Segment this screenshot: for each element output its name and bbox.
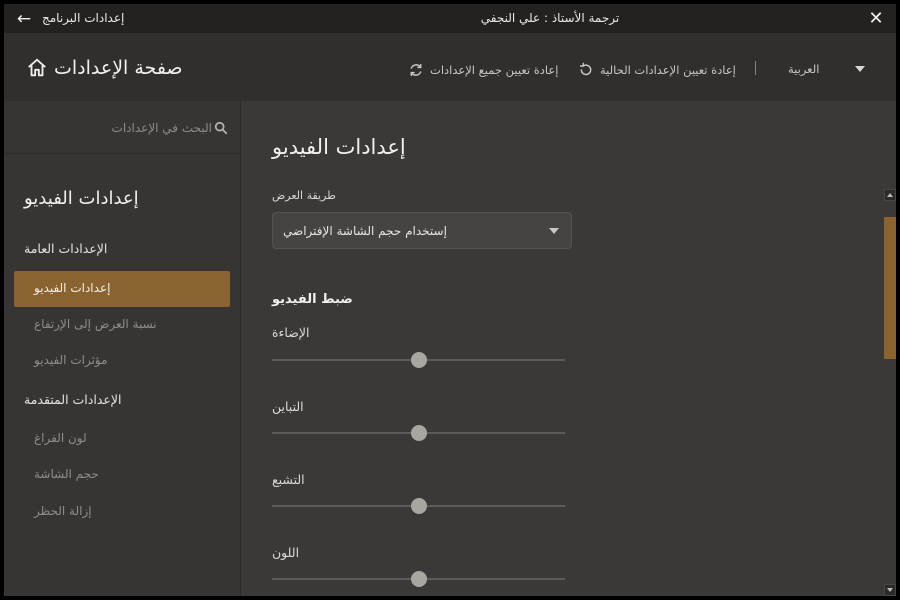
hue-slider[interactable] <box>272 571 565 587</box>
reset-all-label: إعادة تعيين جميع الإعدادات <box>430 63 559 77</box>
sidebar-item-aspect-ratio[interactable]: نسبة العرض إلى الإرتفاع <box>14 307 230 343</box>
main-content: إعدادات الفيديو طريقة العرض إستخدام حجم … <box>242 101 896 596</box>
brightness-slider[interactable] <box>272 352 565 368</box>
display-mode-value: إستخدام حجم الشاشة الإفتراضي <box>283 224 447 238</box>
sidebar-item-label: إعدادات الفيديو <box>34 281 111 295</box>
slider-thumb[interactable] <box>410 425 427 441</box>
scrollbar[interactable] <box>884 189 896 596</box>
settings-window: ← إعدادات البرنامج ترجمة الأستاذ : علي ا… <box>4 4 896 596</box>
title-bar: ← إعدادات البرنامج ترجمة الأستاذ : علي ا… <box>4 4 896 33</box>
home-title: صفحة الإعدادات <box>54 57 183 79</box>
reset-current-label: إعادة تعيين الإعدادات الحالية <box>600 63 736 77</box>
slider-thumb[interactable] <box>410 352 427 368</box>
search-box <box>4 101 241 154</box>
sidebar-item-unblock[interactable]: إزالة الحظر <box>14 494 230 530</box>
sidebar-item-screen-size[interactable]: حجم الشاشة <box>14 457 230 493</box>
header-divider <box>755 61 756 75</box>
sidebar-item-label: مؤثرات الفيديو <box>34 353 108 367</box>
sidebar-item-video-settings[interactable]: إعدادات الفيديو <box>14 271 230 307</box>
brightness-label: الإضاءة <box>272 325 310 340</box>
scroll-down-icon[interactable] <box>884 584 896 596</box>
home-link[interactable]: صفحة الإعدادات <box>26 57 183 79</box>
search-input[interactable] <box>22 117 212 139</box>
language-selector[interactable]: العربية <box>788 62 819 76</box>
hue-label: اللون <box>272 545 300 560</box>
sidebar-item-label: نسبة العرض إلى الإرتفاع <box>34 317 157 331</box>
group-title-advanced: الإعدادات المتقدمة <box>24 392 122 407</box>
home-icon <box>28 58 46 77</box>
sidebar-item-video-effects[interactable]: مؤثرات الفيديو <box>14 343 230 379</box>
sidebar-item-label: لون الفراغ <box>34 431 87 445</box>
chevron-down-icon[interactable] <box>855 66 865 72</box>
scroll-up-icon[interactable] <box>884 189 896 201</box>
sidebar-heading: إعدادات الفيديو <box>24 188 139 209</box>
display-mode-label: طريقة العرض <box>272 189 336 202</box>
reset-all-button[interactable]: إعادة تعيين جميع الإعدادات <box>408 62 558 78</box>
slider-thumb[interactable] <box>410 498 427 514</box>
reset-current-button[interactable]: إعادة تعيين الإعدادات الحالية <box>578 62 736 78</box>
saturation-label: التشبع <box>272 472 305 487</box>
sidebar-item-label: حجم الشاشة <box>34 467 99 481</box>
app-settings-title: إعدادات البرنامج <box>42 11 125 25</box>
scrollbar-thumb[interactable] <box>884 217 896 359</box>
chevron-down-icon <box>549 228 559 234</box>
sidebar: إعدادات الفيديو الإعدادات العامة إعدادات… <box>4 101 241 596</box>
refresh-icon <box>579 62 592 76</box>
search-icon[interactable] <box>214 121 228 135</box>
sidebar-item-blank-color[interactable]: لون الفراغ <box>14 421 230 457</box>
sync-icon <box>410 63 422 77</box>
contrast-slider[interactable] <box>272 425 565 441</box>
saturation-slider[interactable] <box>272 498 565 514</box>
sidebar-item-label: إزالة الحظر <box>34 504 92 518</box>
slider-thumb[interactable] <box>410 571 427 587</box>
close-icon[interactable]: ✕ <box>866 9 886 29</box>
contrast-label: التباين <box>272 399 304 414</box>
group-title-general: الإعدادات العامة <box>24 241 108 256</box>
back-arrow-icon[interactable]: ← <box>14 9 34 29</box>
page-title: إعدادات الفيديو <box>272 135 406 159</box>
display-mode-select[interactable]: إستخدام حجم الشاشة الإفتراضي <box>272 212 572 249</box>
settings-header: صفحة الإعدادات إعادة تعيين جميع الإعدادا… <box>4 33 896 101</box>
video-adjust-title: ضبط الفيديو <box>272 292 353 307</box>
window-title: ترجمة الأستاذ : علي النجفي <box>480 11 620 25</box>
